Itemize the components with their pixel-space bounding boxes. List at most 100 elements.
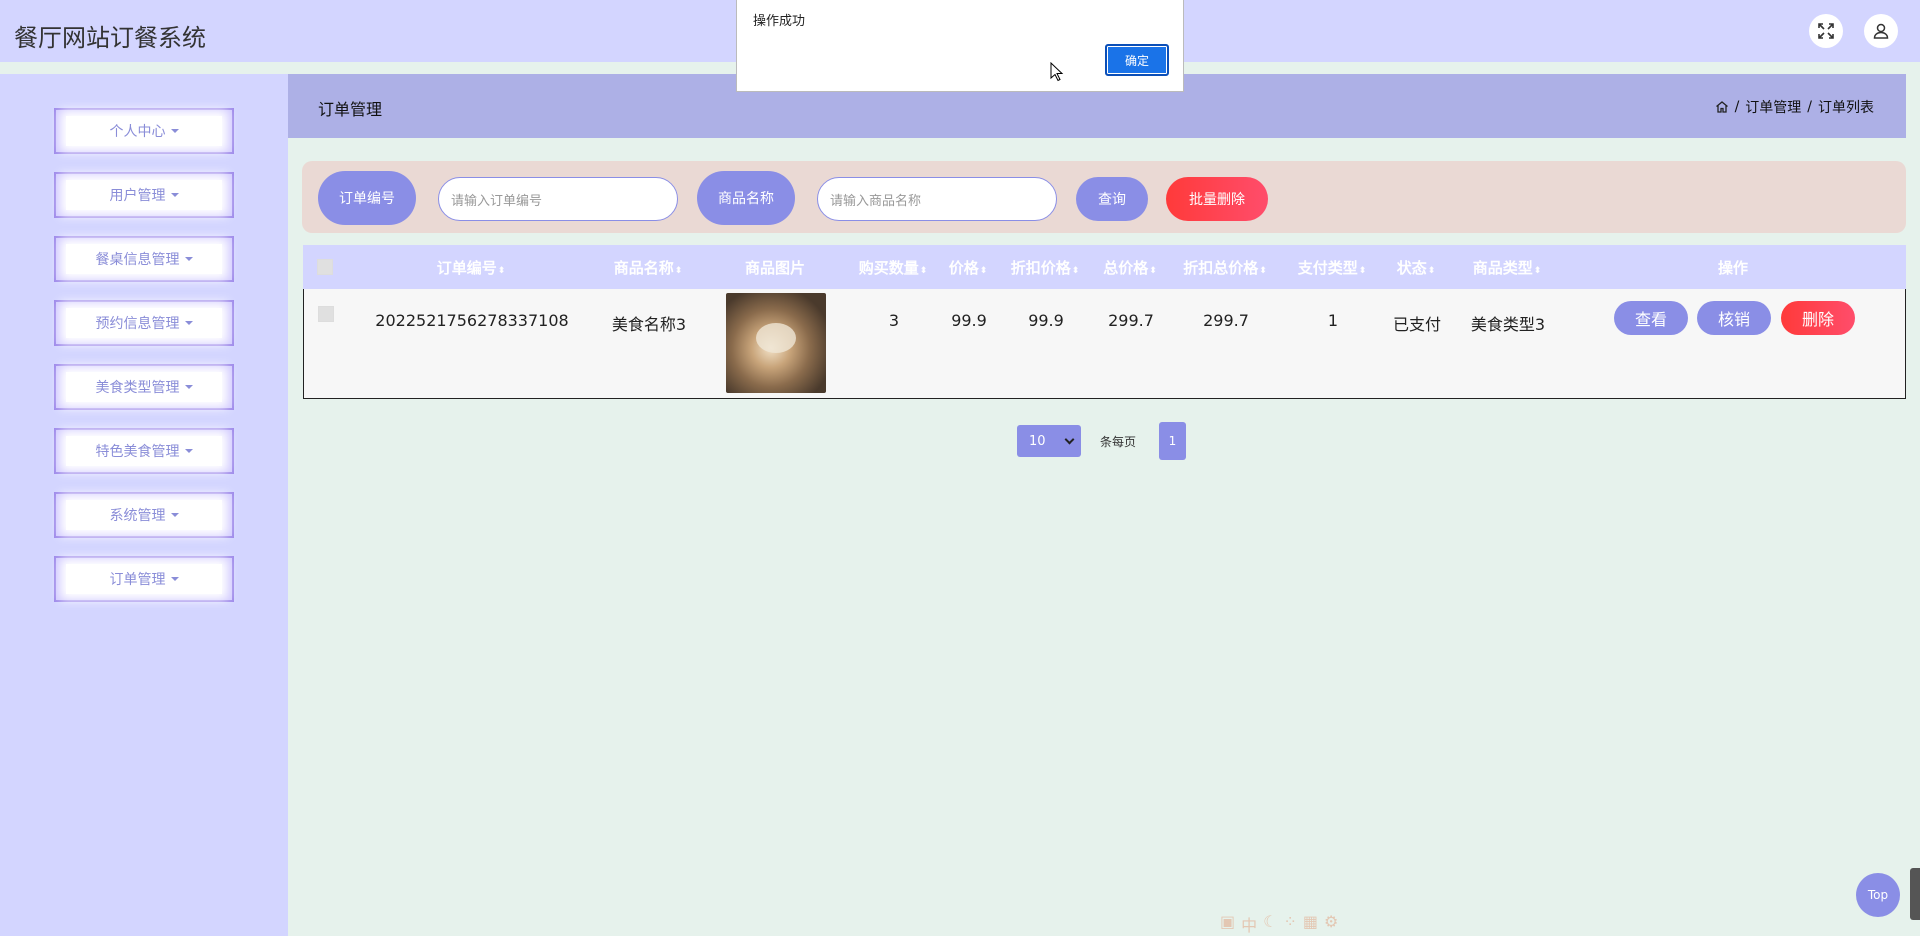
breadcrumb-separator: / — [1807, 99, 1812, 115]
cell-status: 已支付 — [1392, 315, 1442, 334]
verify-button[interactable]: 核销 — [1697, 301, 1771, 335]
caret-down-icon — [170, 577, 179, 581]
search-bar: 订单编号 请输入订单编号 商品名称 请输入商品名称 查询 批量删除 — [302, 161, 1906, 233]
page-title: 订单管理 — [318, 100, 383, 119]
fullscreen-button[interactable] — [1809, 14, 1843, 48]
cell-goods-name: 美食名称3 — [611, 315, 687, 334]
column-header-actions: 操作 — [1717, 259, 1749, 277]
sidebar-item-label: 餐桌信息管理 — [95, 252, 180, 268]
breadcrumb: / 订单管理 / 订单列表 — [1715, 97, 1874, 117]
sidebar-item-label: 美食类型管理 — [95, 380, 180, 396]
mouse-cursor-icon — [1050, 62, 1064, 82]
cell-discount-total: 299.7 — [1203, 311, 1249, 330]
cell-price: 99.9 — [951, 311, 987, 330]
sidebar-item-users[interactable]: 用户管理 — [54, 172, 234, 218]
sidebar-item-tables[interactable]: 餐桌信息管理 — [54, 236, 234, 282]
sort-icon: ⬍ — [979, 266, 988, 276]
app-title: 餐厅网站订餐系统 — [14, 24, 206, 52]
sort-icon: ⬍ — [1259, 266, 1267, 276]
sort-icon: ⬍ — [1358, 266, 1367, 276]
caret-down-icon — [184, 385, 193, 389]
back-to-top-button[interactable]: Top — [1856, 873, 1900, 917]
goods-name-input[interactable]: 请输入商品名称 — [817, 177, 1057, 221]
cell-discount-price: 99.9 — [1028, 311, 1064, 330]
sidebar-item-orders[interactable]: 订单管理 — [54, 556, 234, 602]
view-button[interactable]: 查看 — [1614, 301, 1688, 335]
cell-pay-type: 1 — [1327, 311, 1339, 330]
sort-icon: ⬍ — [674, 266, 683, 276]
user-icon — [1873, 23, 1889, 39]
sidebar: 个人中心 用户管理 餐桌信息管理 预约信息管理 美食类型管理 特色美食管理 系统… — [0, 74, 288, 936]
page-size-select[interactable]: 10 — [1017, 425, 1081, 457]
dots-icon: ⁘ — [1283, 912, 1297, 931]
ime-mode-label: 中 — [1241, 916, 1258, 935]
caret-down-icon — [170, 193, 179, 197]
column-header-goods-name[interactable]: 商品名称⬍ — [614, 257, 683, 278]
sidebar-item-specialty-food[interactable]: 特色美食管理 — [54, 428, 234, 474]
home-icon[interactable] — [1715, 100, 1729, 114]
table-row: 2022521756278337108 美食名称3 3 99.9 99.9 29… — [303, 289, 1906, 399]
column-header-price[interactable]: 价格⬍ — [949, 257, 988, 278]
sort-icon: ⬍ — [1149, 266, 1157, 276]
table-header: 订单编号⬍ 商品名称⬍ 商品图片 购买数量⬍ 价格⬍ 折扣价格⬍ 总价格⬍ 折扣… — [303, 245, 1906, 289]
select-all-checkbox[interactable] — [317, 259, 333, 275]
page-size-value: 10 — [1029, 433, 1046, 449]
query-button[interactable]: 查询 — [1076, 177, 1148, 221]
sidebar-item-label: 个人中心 — [109, 124, 166, 140]
keyboard-icon: ▦ — [1302, 912, 1319, 931]
column-header-total[interactable]: 总价格⬍ — [1103, 257, 1157, 278]
ime-toolbar: ▣ 中 ☾ ⁘ ▦ ⚙ — [1220, 912, 1338, 936]
order-no-input[interactable]: 请输入订单编号 — [438, 177, 678, 221]
alert-ok-button[interactable]: 确定 — [1105, 44, 1169, 76]
delete-button[interactable]: 删除 — [1781, 301, 1855, 335]
breadcrumb-separator: / — [1734, 99, 1740, 115]
alert-dialog: 操作成功 确定 — [736, 0, 1184, 92]
column-header-quantity[interactable]: 购买数量⬍ — [859, 257, 928, 278]
sort-icon: ⬍ — [1533, 266, 1542, 276]
sidebar-item-personal-center[interactable]: 个人中心 — [54, 108, 234, 154]
goods-image — [726, 293, 826, 393]
caret-down-icon — [170, 513, 179, 517]
side-tab-handle[interactable] — [1910, 868, 1920, 920]
caret-down-icon — [170, 129, 179, 133]
sort-icon: ⬍ — [497, 266, 506, 276]
sort-icon: ⬍ — [1071, 266, 1080, 276]
sidebar-item-food-types[interactable]: 美食类型管理 — [54, 364, 234, 410]
sidebar-item-label: 特色美食管理 — [95, 444, 180, 460]
alert-message: 操作成功 — [753, 14, 806, 29]
column-header-goods-type[interactable]: 商品类型⬍ — [1473, 257, 1542, 278]
sidebar-item-label: 系统管理 — [109, 508, 166, 524]
page-button-1[interactable]: 1 — [1159, 422, 1186, 460]
expand-icon — [1818, 23, 1834, 39]
sidebar-item-system[interactable]: 系统管理 — [54, 492, 234, 538]
sidebar-item-label: 订单管理 — [109, 572, 166, 588]
caret-down-icon — [184, 257, 193, 261]
caret-down-icon — [184, 321, 193, 325]
settings-icon: ⚙ — [1324, 912, 1339, 931]
sort-icon: ⬍ — [1427, 266, 1436, 276]
batch-delete-button[interactable]: 批量删除 — [1166, 177, 1268, 221]
caret-down-icon — [184, 449, 193, 453]
sidebar-item-reservations[interactable]: 预约信息管理 — [54, 300, 234, 346]
per-page-label: 条每页 — [1100, 435, 1137, 449]
user-button[interactable] — [1864, 14, 1898, 48]
cell-order-no: 2022521756278337108 — [375, 311, 569, 330]
row-checkbox[interactable] — [318, 306, 334, 322]
column-header-discount-total[interactable]: 折扣总价格⬍ — [1183, 257, 1267, 278]
breadcrumb-item-order-list: 订单列表 — [1818, 100, 1874, 116]
chevron-down-icon — [1064, 434, 1075, 445]
column-header-goods-image: 商品图片 — [744, 259, 806, 277]
column-header-discount-price[interactable]: 折扣价格⬍ — [1011, 257, 1080, 278]
cell-total: 299.7 — [1108, 311, 1154, 330]
cell-goods-type: 美食类型3 — [1470, 315, 1546, 334]
column-header-pay-type[interactable]: 支付类型⬍ — [1298, 257, 1367, 278]
sidebar-item-label: 预约信息管理 — [95, 316, 180, 332]
column-header-order-no[interactable]: 订单编号⬍ — [437, 257, 506, 278]
moon-icon: ☾ — [1263, 912, 1278, 931]
orders-table: 订单编号⬍ 商品名称⬍ 商品图片 购买数量⬍ 价格⬍ 折扣价格⬍ 总价格⬍ 折扣… — [303, 245, 1906, 399]
breadcrumb-item-orders[interactable]: 订单管理 — [1745, 97, 1801, 117]
column-header-status[interactable]: 状态⬍ — [1397, 257, 1436, 278]
sidebar-item-label: 用户管理 — [109, 188, 166, 204]
ime-logo-icon: ▣ — [1220, 912, 1236, 931]
goods-name-label: 商品名称 — [697, 171, 795, 225]
